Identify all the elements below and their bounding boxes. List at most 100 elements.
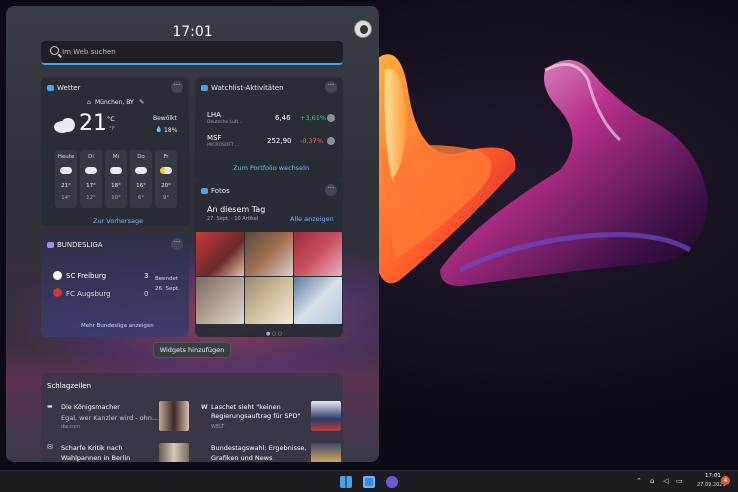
- location-pin-icon: ⌂: [87, 99, 91, 106]
- soccer-icon: [47, 242, 54, 248]
- network-icon[interactable]: ⌂: [650, 477, 654, 485]
- all-photos-link[interactable]: Alle anzeigen: [290, 215, 334, 223]
- weather-condition: Bewölkt: [153, 115, 177, 122]
- battery-icon[interactable]: ▭: [676, 477, 683, 485]
- stock-symbol: LHA: [207, 111, 221, 119]
- photo-thumbnail[interactable]: [294, 277, 342, 324]
- cloud-icon: [201, 188, 208, 194]
- sc-freiburg-logo: [53, 271, 62, 280]
- news-headline: Bundestagswahl: Ergebnisse, Grafiken und…: [211, 444, 307, 462]
- news-source: dw.com: [61, 424, 81, 430]
- more-bundesliga-link[interactable]: Mehr Bundesliga anzeigen: [81, 323, 154, 329]
- forecast-low: 12°: [86, 195, 96, 201]
- widgets-icon[interactable]: [363, 476, 375, 488]
- unit-fahrenheit-toggle[interactable]: °F: [109, 126, 115, 132]
- portfolio-link[interactable]: Zum Portfolio wechseln: [233, 164, 309, 172]
- search-placeholder: Im Web suchen: [62, 48, 116, 56]
- forecast-low: 6°: [137, 195, 145, 201]
- photo-thumbnail[interactable]: [196, 232, 244, 276]
- add-widgets-button[interactable]: Widgets hinzufügen: [153, 342, 231, 358]
- news-thumbnail: [159, 443, 189, 462]
- stock-change: +3,61%: [300, 114, 327, 122]
- weather-location: München, BY: [95, 99, 134, 106]
- news-thumbnail: [159, 401, 189, 431]
- photo-thumbnail[interactable]: [245, 232, 293, 276]
- notification-badge[interactable]: 4: [721, 476, 730, 485]
- team-away: FC Augsburg: [66, 290, 111, 298]
- forecast-low: 10°: [111, 195, 121, 201]
- forecast-high: 20°: [161, 183, 171, 189]
- photos-more-options-button[interactable]: ···: [325, 184, 337, 196]
- news-subline: Egal, wer Kanzler wird - ohn...: [61, 414, 159, 422]
- forecast-day-name: Mi: [112, 154, 120, 160]
- forecast-day[interactable]: Heute 21° 14°: [55, 150, 77, 208]
- score-away: 0: [144, 290, 149, 298]
- panel-clock: 17:01: [172, 24, 213, 40]
- news-source: WELT: [211, 424, 225, 430]
- start-windows-icon[interactable]: [340, 476, 352, 488]
- forecast-high: 21°: [61, 183, 71, 189]
- news-headline: Die Königsmacher: [61, 403, 120, 411]
- stock-price: 252,90: [267, 137, 292, 145]
- photo-thumbnail[interactable]: [245, 277, 293, 324]
- photos-card[interactable]: Fotos ··· An diesem Tag 27. Sept. · 10 A…: [195, 180, 343, 337]
- volume-icon[interactable]: ◁: [663, 477, 668, 485]
- cloud-icon: [85, 167, 97, 174]
- cloud-icon: [60, 167, 72, 174]
- forecast-high: 18°: [111, 183, 121, 189]
- fc-augsburg-logo: [53, 288, 62, 297]
- forecast-link[interactable]: Zur Vorhersage: [93, 217, 143, 225]
- match-date: 26. Sept.: [155, 286, 180, 292]
- weather-widget-icon: [47, 85, 54, 91]
- bundesliga-card[interactable]: BUNDESLIGA ··· SC Freiburg 3 FC Augsburg…: [41, 234, 189, 337]
- forecast-day-name: Do: [137, 154, 145, 160]
- forecast-day-name: Fr: [163, 154, 169, 160]
- photo-thumbnail[interactable]: [294, 232, 342, 276]
- watchlist-title: Watchlist-Aktivitäten: [211, 84, 284, 92]
- mail-icon: ✉: [47, 443, 53, 451]
- weather-more-options-button[interactable]: ···: [171, 81, 183, 93]
- headlines-title: Schlagzeilen: [47, 382, 92, 390]
- stock-price: 6,46: [275, 114, 291, 122]
- photos-subtitle: 27. Sept. · 10 Artikel: [207, 216, 259, 222]
- stock-name: MICROSOFT ...: [207, 143, 240, 148]
- forecast-day-name: Heute: [57, 154, 75, 160]
- bundesliga-title: BUNDESLIGA: [57, 241, 103, 249]
- weather-card[interactable]: Wetter ··· ⌂ München, BY ✎ 21 °C °F Bewö…: [41, 77, 189, 226]
- partly-sunny-icon: [160, 167, 172, 174]
- taskbar: ⌃ ⌂ ◁ ▭ 17:01 27.09.2021: [0, 470, 738, 492]
- forecast-day[interactable]: Do 16° 6°: [130, 150, 152, 208]
- stock-symbol: MSF: [207, 134, 222, 142]
- teams-chat-icon[interactable]: [386, 476, 398, 488]
- web-search-box[interactable]: Im Web suchen: [41, 41, 343, 65]
- bundesliga-more-options-button[interactable]: ···: [171, 238, 183, 250]
- user-avatar[interactable]: [354, 20, 372, 38]
- cloud-icon: [110, 167, 122, 174]
- chevron-up-icon[interactable]: ⌃: [636, 477, 642, 485]
- forecast-low: 14°: [61, 195, 71, 201]
- forecast-high: 17°: [86, 183, 96, 189]
- watchlist-more-options-button[interactable]: ···: [325, 81, 337, 93]
- news-headline: Laschet sieht "keinen Regierungsauftrag …: [211, 403, 301, 420]
- news-thumbnail: [311, 401, 341, 431]
- match-status: Beendet: [155, 276, 179, 282]
- unit-celsius-toggle[interactable]: °C: [107, 115, 115, 123]
- cloud-icon: [54, 118, 75, 133]
- photos-page-indicator[interactable]: ● ○ ○: [266, 331, 282, 337]
- forecast-day[interactable]: Mi 18° 10°: [105, 150, 127, 208]
- score-home: 3: [144, 272, 149, 280]
- edit-location-icon[interactable]: ✎: [139, 98, 144, 106]
- news-headline: Scharfe Kritik nach Wahlpannen in Berlin: [61, 444, 131, 462]
- news-thumbnail: [311, 443, 341, 462]
- forecast-day[interactable]: Di 17° 12°: [80, 150, 102, 208]
- watchlist-card[interactable]: Watchlist-Aktivitäten ··· LHA Deutsche L…: [195, 77, 343, 180]
- stock-name: Deutsche Luft...: [207, 120, 243, 125]
- photo-thumbnail[interactable]: [196, 277, 244, 324]
- chart-icon: [201, 85, 208, 91]
- cloud-icon: [135, 167, 147, 174]
- photos-heading: An diesem Tag: [207, 205, 266, 214]
- forecast-day[interactable]: Fr 20° 9°: [155, 150, 177, 208]
- stock-change: -0,37%: [300, 137, 323, 145]
- taskbar-time[interactable]: 17:01: [705, 473, 721, 479]
- weather-title: Wetter: [57, 84, 81, 92]
